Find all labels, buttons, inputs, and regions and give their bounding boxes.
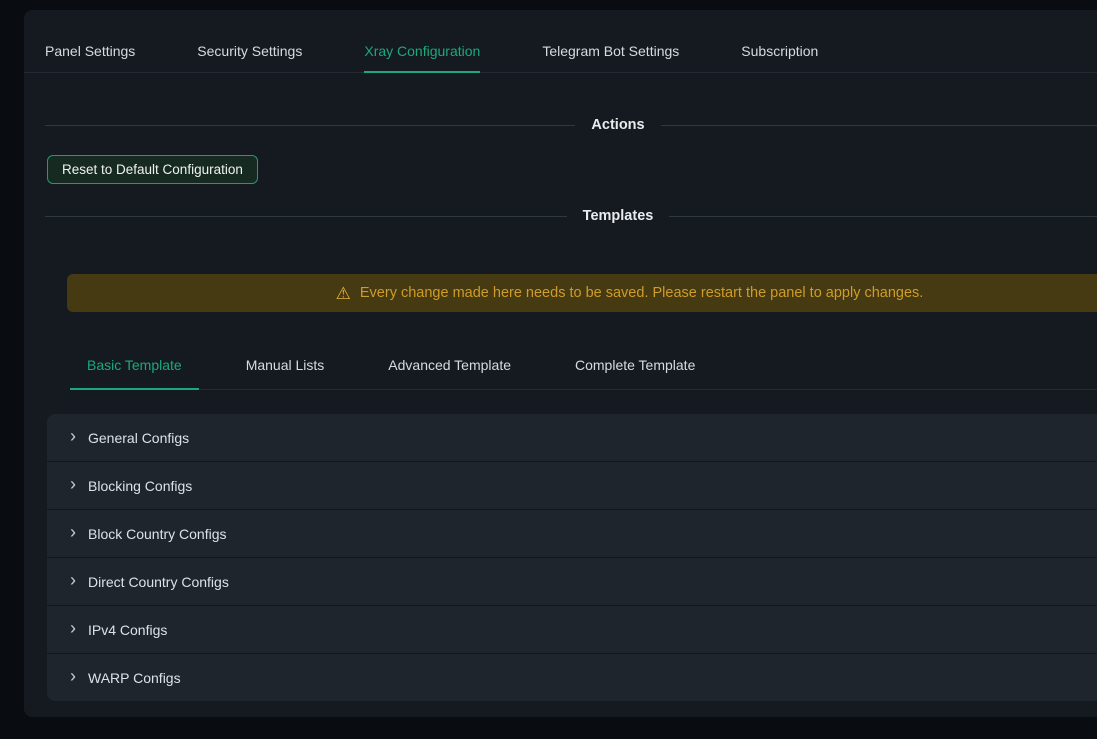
templates-divider-label: Templates <box>583 208 654 224</box>
tab-manual-lists[interactable]: Manual Lists <box>229 357 342 390</box>
accordion-item-direct-country-configs[interactable]: › Direct Country Configs <box>47 558 1097 606</box>
accordion-item-label: Blocking Configs <box>88 478 192 494</box>
chevron-right-icon: › <box>70 571 76 589</box>
chevron-right-icon: › <box>70 523 76 541</box>
tab-complete-template[interactable]: Complete Template <box>558 357 712 390</box>
restart-warning-text: Every change made here needs to be saved… <box>360 285 923 301</box>
tab-xray-configuration[interactable]: Xray Configuration <box>364 43 480 73</box>
accordion-item-label: WARP Configs <box>88 670 181 686</box>
accordion-item-label: IPv4 Configs <box>88 622 167 638</box>
actions-divider: Actions <box>45 117 1097 133</box>
accordion-item-label: Block Country Configs <box>88 526 227 542</box>
tab-telegram-bot-settings[interactable]: Telegram Bot Settings <box>542 43 679 73</box>
chevron-right-icon: › <box>70 475 76 493</box>
restart-warning-alert: ⚠ Every change made here needs to be sav… <box>67 274 1097 312</box>
tab-subscription[interactable]: Subscription <box>741 43 818 73</box>
accordion-item-label: General Configs <box>88 430 189 446</box>
settings-panel: Panel Settings Security Settings Xray Co… <box>24 10 1097 717</box>
accordion-item-general-configs[interactable]: › General Configs <box>47 414 1097 462</box>
accordion-item-ipv4-configs[interactable]: › IPv4 Configs <box>47 606 1097 654</box>
accordion-item-label: Direct Country Configs <box>88 574 229 590</box>
tab-security-settings[interactable]: Security Settings <box>197 43 302 73</box>
accordion-item-warp-configs[interactable]: › WARP Configs <box>47 654 1097 701</box>
actions-divider-label: Actions <box>591 117 644 133</box>
tab-basic-template[interactable]: Basic Template <box>70 357 199 390</box>
settings-tab-bar: Panel Settings Security Settings Xray Co… <box>24 10 1097 73</box>
reset-to-default-button[interactable]: Reset to Default Configuration <box>47 155 258 184</box>
template-tab-bar: Basic Template Manual Lists Advanced Tem… <box>70 357 1097 390</box>
chevron-right-icon: › <box>70 667 76 685</box>
configs-accordion: › General Configs › Blocking Configs › B… <box>47 414 1097 701</box>
accordion-item-block-country-configs[interactable]: › Block Country Configs <box>47 510 1097 558</box>
accordion-item-blocking-configs[interactable]: › Blocking Configs <box>47 462 1097 510</box>
chevron-right-icon: › <box>70 619 76 637</box>
tab-panel-settings[interactable]: Panel Settings <box>45 43 135 73</box>
tab-advanced-template[interactable]: Advanced Template <box>371 357 528 390</box>
templates-divider: Templates <box>45 208 1097 224</box>
warning-icon: ⚠ <box>336 285 351 302</box>
chevron-right-icon: › <box>70 427 76 445</box>
